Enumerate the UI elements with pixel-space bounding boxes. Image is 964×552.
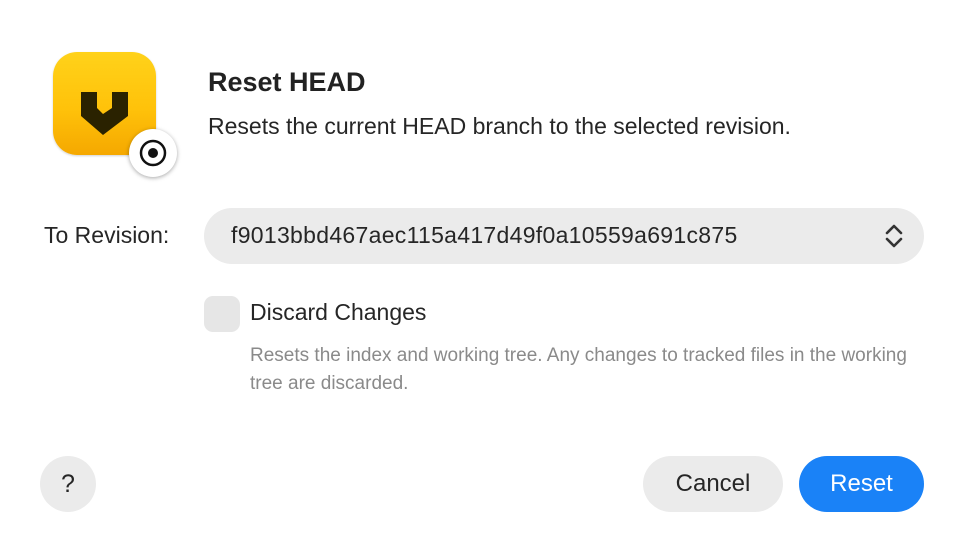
dialog-subtitle: Resets the current HEAD branch to the se… — [208, 113, 791, 139]
chevron-up-down-icon — [885, 224, 903, 248]
cancel-button[interactable]: Cancel — [643, 456, 783, 512]
revision-select[interactable]: f9013bbd467aec115a417d49f0a10559a691c875 — [204, 208, 924, 264]
discard-changes-description: Resets the index and working tree. Any c… — [250, 345, 907, 394]
discard-changes-checkbox[interactable] — [204, 296, 240, 332]
dialog-title: Reset HEAD — [208, 67, 366, 97]
revision-value: f9013bbd467aec115a417d49f0a10559a691c875 — [231, 222, 738, 248]
reset-button[interactable]: Reset — [799, 456, 924, 512]
reset-target-icon — [129, 129, 177, 177]
help-button[interactable]: ? — [40, 456, 96, 512]
discard-changes-label[interactable]: Discard Changes — [250, 299, 426, 326]
revision-label: To Revision: — [44, 222, 170, 248]
